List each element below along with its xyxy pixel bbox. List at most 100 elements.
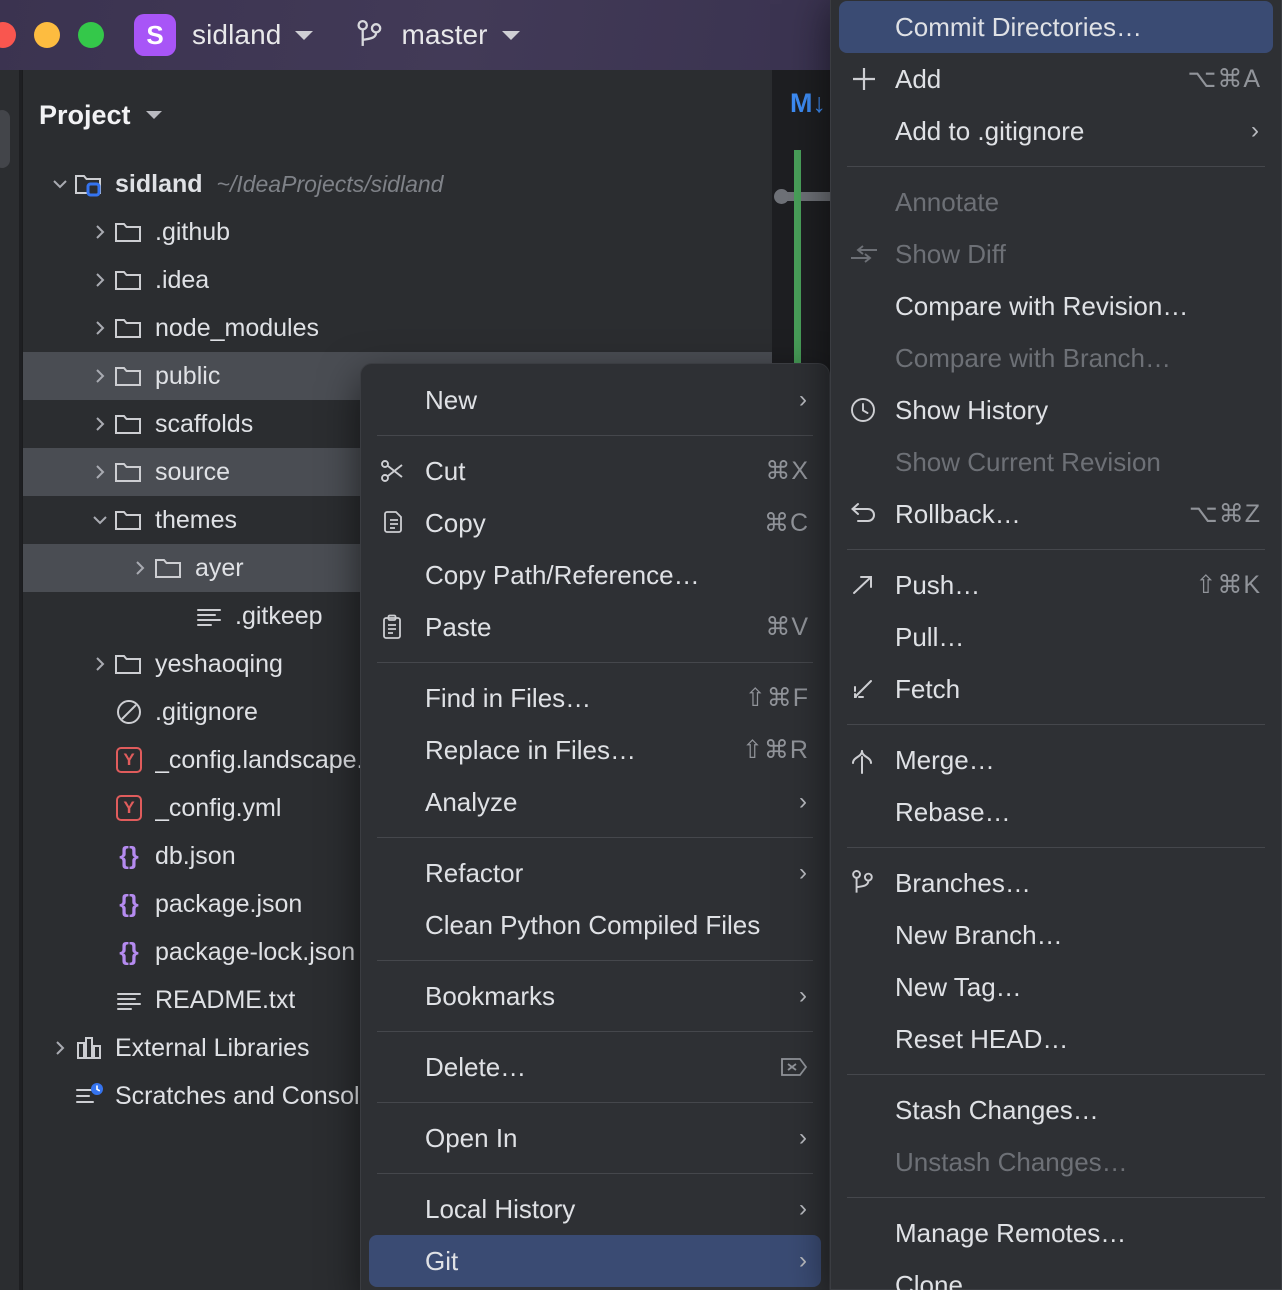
expand-toggle-icon[interactable]: [91, 463, 113, 481]
expand-toggle-icon[interactable]: [51, 175, 73, 193]
tree-row[interactable]: .github: [23, 208, 772, 256]
tree-row-label: sidland: [115, 169, 203, 198]
menu-item-new-branch[interactable]: New Branch…: [839, 909, 1273, 961]
menu-item-bookmarks[interactable]: Bookmarks ›: [369, 970, 821, 1022]
tree-row-label: node_modules: [155, 313, 320, 342]
menu-item-replace-in-files[interactable]: Replace in Files… ⇧⌘R: [369, 724, 821, 776]
json-file-icon: {}: [119, 937, 139, 966]
expand-toggle-icon[interactable]: [91, 511, 113, 529]
tree-row[interactable]: .idea: [23, 256, 772, 304]
expand-toggle-icon[interactable]: [91, 367, 113, 385]
plus-icon: [849, 64, 895, 94]
menu-item-rollback[interactable]: Rollback… ⌥⌘Z: [839, 488, 1273, 540]
menu-item-shortcut: ⌘C: [763, 509, 809, 537]
menu-item-clean-python-compiled-files[interactable]: Clean Python Compiled Files: [369, 899, 821, 951]
folder-icon: [113, 267, 145, 293]
menu-item-shortcut: ⌘X: [765, 457, 809, 485]
push-icon: [849, 571, 895, 599]
tool-stripe-button[interactable]: [0, 110, 10, 168]
window-controls[interactable]: [0, 22, 104, 48]
close-window-icon[interactable]: [0, 22, 16, 48]
text-file-icon: [193, 603, 225, 629]
menu-item-new[interactable]: New ›: [369, 374, 821, 426]
scissors-icon: [379, 457, 425, 485]
minimize-window-icon[interactable]: [34, 22, 60, 48]
tree-row-label: _config.yml: [155, 793, 282, 822]
menu-divider: [377, 837, 813, 838]
expand-toggle-icon[interactable]: [51, 1039, 73, 1057]
menu-item-analyze[interactable]: Analyze ›: [369, 776, 821, 828]
menu-item-refactor[interactable]: Refactor ›: [369, 847, 821, 899]
menu-item-label: Show Diff: [895, 238, 1006, 269]
menu-item-compare-with-revision[interactable]: Compare with Revision…: [839, 280, 1273, 332]
menu-item-add[interactable]: Add ⌥⌘A: [839, 53, 1273, 105]
menu-item-show-history[interactable]: Show History: [839, 384, 1273, 436]
json-file-icon: {}: [119, 841, 139, 870]
menu-item-git[interactable]: Git ›: [369, 1235, 821, 1287]
menu-item-commit-directories[interactable]: Commit Directories…: [839, 1, 1273, 53]
menu-item-label: Open In: [425, 1122, 518, 1153]
menu-item-open-in[interactable]: Open In ›: [369, 1112, 821, 1164]
menu-item-copy[interactable]: Copy ⌘C: [369, 497, 821, 549]
branch-name-label[interactable]: master: [401, 19, 487, 51]
maximize-window-icon[interactable]: [78, 22, 104, 48]
chevron-right-icon: ›: [799, 1247, 807, 1274]
expand-toggle-icon[interactable]: [91, 271, 113, 289]
menu-item-stash-changes[interactable]: Stash Changes…: [839, 1084, 1273, 1136]
branch-icon: [357, 20, 382, 46]
tree-row[interactable]: node_modules: [23, 304, 772, 352]
tree-row-label: .github: [155, 217, 231, 246]
gitignore-icon: [113, 698, 145, 726]
menu-item-paste[interactable]: Paste ⌘V: [369, 601, 821, 653]
expand-toggle-icon[interactable]: [91, 319, 113, 337]
expand-toggle-icon[interactable]: [131, 559, 153, 577]
menu-item-new-tag[interactable]: New Tag…: [839, 961, 1273, 1013]
tree-row-label: themes: [155, 505, 237, 534]
file-context-menu[interactable]: New › Cut ⌘X Copy ⌘C Copy Path/Reference… Paste…: [360, 363, 830, 1290]
chevron-down-icon[interactable]: [295, 30, 314, 40]
copy-icon: [379, 509, 425, 537]
menu-divider: [377, 1102, 813, 1103]
menu-item-label: Add to .gitignore: [895, 115, 1085, 146]
menu-item-clone[interactable]: Clone…: [839, 1259, 1273, 1290]
menu-item-rebase[interactable]: Rebase…: [839, 786, 1273, 838]
menu-item-label: Show History: [895, 394, 1049, 425]
menu-divider: [847, 1074, 1265, 1075]
chevron-down-icon[interactable]: [501, 30, 520, 40]
tree-row-label: scaffolds: [155, 409, 254, 438]
branch-widget[interactable]: master: [355, 18, 520, 52]
expand-toggle-icon[interactable]: [91, 223, 113, 241]
menu-item-fetch[interactable]: Fetch: [839, 663, 1273, 715]
menu-item-local-history[interactable]: Local History ›: [369, 1183, 821, 1235]
expand-toggle-icon[interactable]: [91, 655, 113, 673]
git-submenu[interactable]: Commit Directories… Add ⌥⌘A Add to .gitigno…: [830, 0, 1282, 1290]
menu-item-find-in-files[interactable]: Find in Files… ⇧⌘F: [369, 672, 821, 724]
tree-row-label: External Libraries: [115, 1033, 310, 1062]
menu-item-push[interactable]: Push… ⇧⌘K: [839, 559, 1273, 611]
folder-icon: [153, 555, 185, 581]
tool-window-stripe[interactable]: [0, 70, 19, 1290]
menu-item-delete[interactable]: Delete…: [369, 1041, 821, 1093]
menu-item-branches[interactable]: Branches…: [839, 857, 1273, 909]
menu-item-add-to-gitignore[interactable]: Add to .gitignore ›: [839, 105, 1273, 157]
chevron-down-icon[interactable]: [145, 111, 162, 119]
menu-item-reset-head[interactable]: Reset HEAD…: [839, 1013, 1273, 1065]
project-name-label[interactable]: sidland: [192, 19, 281, 51]
chevron-right-icon: ›: [799, 1124, 807, 1151]
menu-item-manage-remotes[interactable]: Manage Remotes…: [839, 1207, 1273, 1259]
folder-icon: [113, 459, 145, 485]
menu-item-label: Compare with Revision…: [895, 290, 1189, 321]
menu-item-shortcut: ⌘V: [765, 613, 809, 641]
menu-item-pull[interactable]: Pull…: [839, 611, 1273, 663]
expand-toggle-icon[interactable]: [91, 415, 113, 433]
menu-divider: [847, 847, 1265, 848]
tree-row-label: yeshaoqing: [155, 649, 283, 678]
json-file-icon: {}: [119, 889, 139, 918]
menu-item-label: Paste: [425, 611, 492, 642]
project-panel-header[interactable]: Project: [23, 70, 772, 160]
scratches-icon: [73, 1083, 105, 1109]
tree-row[interactable]: sidland ~/IdeaProjects/sidland: [23, 160, 772, 208]
menu-item-copy-path-reference[interactable]: Copy Path/Reference…: [369, 549, 821, 601]
menu-item-cut[interactable]: Cut ⌘X: [369, 445, 821, 497]
menu-item-merge[interactable]: Merge…: [839, 734, 1273, 786]
